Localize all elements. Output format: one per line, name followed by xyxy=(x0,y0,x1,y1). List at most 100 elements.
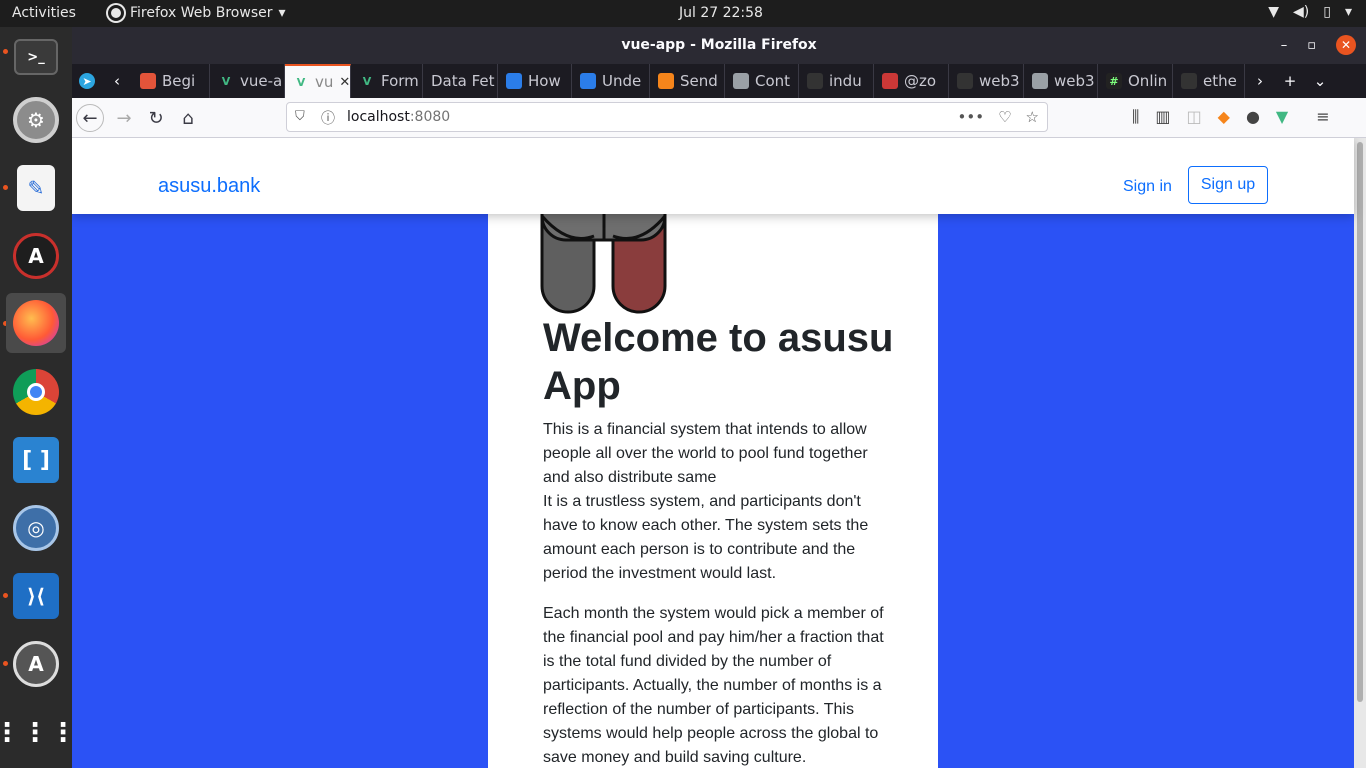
browser-tab[interactable]: indu xyxy=(799,64,874,98)
details-paragraph: Each month the system would pick a membe… xyxy=(543,605,884,766)
minimize-button[interactable]: – xyxy=(1281,38,1288,53)
tab-label: web3 xyxy=(1054,72,1095,90)
firefox-icon xyxy=(108,5,124,21)
system-top-bar: Activities Firefox Web Browser ▾ Jul 27 … xyxy=(0,0,1366,27)
tab-label: @zo xyxy=(904,72,937,90)
vue-icon: V xyxy=(296,75,306,89)
scroll-tabs-right-button[interactable]: › xyxy=(1245,64,1275,98)
dock-bracket-app[interactable]: [ ] xyxy=(6,430,66,490)
page-actions-icon[interactable]: ••• xyxy=(958,108,985,126)
window-title: vue-app - Mozilla Firefox xyxy=(621,37,817,53)
library-icon[interactable]: ⫼ xyxy=(1132,107,1139,127)
browser-tab[interactable]: ethe xyxy=(1173,64,1245,98)
chevron-left-icon: ‹ xyxy=(114,72,120,90)
tracking-shield-icon[interactable]: ⛉ xyxy=(295,109,305,124)
browser-tab[interactable]: Cont xyxy=(725,64,799,98)
dock-swirl-app[interactable]: ◎ xyxy=(6,498,66,558)
close-window-button[interactable]: ✕ xyxy=(1336,35,1356,55)
site-navbar: asusu.bank Sign in Sign up xyxy=(72,138,1354,214)
forward-button[interactable]: → xyxy=(110,104,138,132)
browser-tab[interactable]: Begi xyxy=(132,64,210,98)
tab-label: Unde xyxy=(602,72,642,90)
browser-tab[interactable]: Send xyxy=(650,64,725,98)
arrow-right-icon: → xyxy=(116,107,132,129)
updater-a-icon: A xyxy=(13,641,59,687)
battery-icon: ▯ xyxy=(1323,4,1331,20)
url-text[interactable]: localhost:8080 xyxy=(347,109,450,125)
browser-tab[interactable]: # Onlin xyxy=(1098,64,1173,98)
browser-tab[interactable]: @zo xyxy=(874,64,949,98)
clock[interactable]: Jul 27 22:58 xyxy=(679,5,763,21)
sidebar-icon[interactable]: ▥ xyxy=(1155,107,1170,127)
site-brand-link[interactable]: asusu.bank xyxy=(158,175,260,198)
window-controls: – ▫ ✕ xyxy=(1281,35,1356,55)
tab-label: Cont xyxy=(755,72,791,90)
dock-software-updater[interactable]: A xyxy=(6,634,66,694)
close-tab-icon[interactable]: ✕ xyxy=(339,75,350,90)
browser-tab[interactable]: V Form xyxy=(351,64,423,98)
scrollbar-thumb[interactable] xyxy=(1357,142,1363,702)
dock-text-editor[interactable]: ✎ xyxy=(6,158,66,218)
chevron-right-icon: › xyxy=(1257,72,1263,90)
scroll-tabs-left-button[interactable]: ‹ xyxy=(102,64,132,98)
orange-shield-icon xyxy=(140,73,156,89)
tab-label: Form xyxy=(381,72,419,90)
welcome-card: Welcome to asusu App This is a financial… xyxy=(488,138,938,768)
arrow-left-icon: ← xyxy=(82,107,98,129)
browser-tab[interactable]: web3 xyxy=(949,64,1024,98)
maximize-button[interactable]: ▫ xyxy=(1307,38,1316,53)
vue-devtools-icon[interactable]: ▼ xyxy=(1276,107,1288,127)
account-icon[interactable]: ● xyxy=(1246,107,1260,127)
site-info-icon[interactable]: ⓘ xyxy=(321,108,335,128)
document-icon xyxy=(733,73,749,89)
tab-label: Begi xyxy=(162,72,196,90)
red-a-icon: A xyxy=(13,233,59,279)
reload-icon: ↻ xyxy=(148,107,164,129)
chevron-down-icon: ▾ xyxy=(278,5,286,21)
bookmark-star-icon[interactable]: ☆ xyxy=(1026,108,1039,126)
dock-terminal[interactable]: >_ xyxy=(6,27,66,87)
browser-tab[interactable]: How xyxy=(498,64,572,98)
browser-tab[interactable]: Unde xyxy=(572,64,650,98)
app-menu[interactable]: Firefox Web Browser ▾ xyxy=(108,5,286,21)
dock-app-red[interactable]: A xyxy=(6,226,66,286)
dock-firefox[interactable] xyxy=(6,293,66,353)
dock-show-apps[interactable]: ⋮⋮⋮ xyxy=(0,703,76,763)
reload-button[interactable]: ↻ xyxy=(142,104,170,132)
tab-bar: ➤ ‹ Begi Vvue-a Vvu ✕ V Form Data Fet How Unde Se… xyxy=(72,64,1366,98)
browser-tab[interactable]: Vvu ✕ xyxy=(285,64,351,98)
plus-icon: + xyxy=(1283,72,1297,90)
page-scrollbar[interactable] xyxy=(1354,138,1366,768)
github-icon xyxy=(807,73,823,89)
url-bar[interactable]: ⛉ ⓘ localhost:8080 ••• ♡ ☆ xyxy=(286,102,1048,132)
home-button[interactable]: ⌂ xyxy=(174,104,202,132)
dock-chrome[interactable] xyxy=(6,362,66,422)
intro-line-1: This is a financial system that intends … xyxy=(543,421,868,486)
hamburger-menu-icon[interactable]: ≡ xyxy=(1316,107,1329,127)
document-icon xyxy=(1032,73,1048,89)
sign-up-button[interactable]: Sign up xyxy=(1188,166,1268,204)
wifi-icon: ▼ xyxy=(1268,4,1280,20)
browser-tab[interactable]: Data Fet xyxy=(423,64,498,98)
settings-gear-icon: ⚙ xyxy=(13,97,59,143)
text-editor-icon: ✎ xyxy=(17,165,55,211)
dock: >_ ⚙ ✎ A [ ] ◎ ⟩⟨ A ⋮⋮⋮ xyxy=(0,27,76,768)
browser-tab[interactable]: Vvue-a xyxy=(210,64,285,98)
tab-label: vue-a xyxy=(240,72,283,90)
pocket-icon[interactable]: ♡ xyxy=(998,108,1011,126)
vscode-icon: ⟩⟨ xyxy=(13,573,59,619)
activities-button[interactable]: Activities xyxy=(12,5,76,21)
new-tab-button[interactable]: + xyxy=(1275,64,1305,98)
browser-tab[interactable]: web3 xyxy=(1024,64,1098,98)
list-all-tabs-button[interactable]: ⌄ xyxy=(1305,64,1335,98)
sign-in-link[interactable]: Sign in xyxy=(1123,178,1172,196)
extension-icon[interactable]: ◫ xyxy=(1187,107,1202,127)
dock-vscode[interactable]: ⟩⟨ xyxy=(6,566,66,626)
system-tray[interactable]: ▼ ◀) ▯ ▾ xyxy=(1268,4,1352,20)
metamask-icon[interactable]: ◆ xyxy=(1218,107,1230,127)
tab-label: How xyxy=(528,72,561,90)
dock-settings[interactable]: ⚙ xyxy=(6,90,66,150)
back-button[interactable]: ← xyxy=(76,104,104,132)
blue-swirl-icon xyxy=(506,73,522,89)
telegram-pinned-tab[interactable]: ➤ xyxy=(72,64,102,98)
